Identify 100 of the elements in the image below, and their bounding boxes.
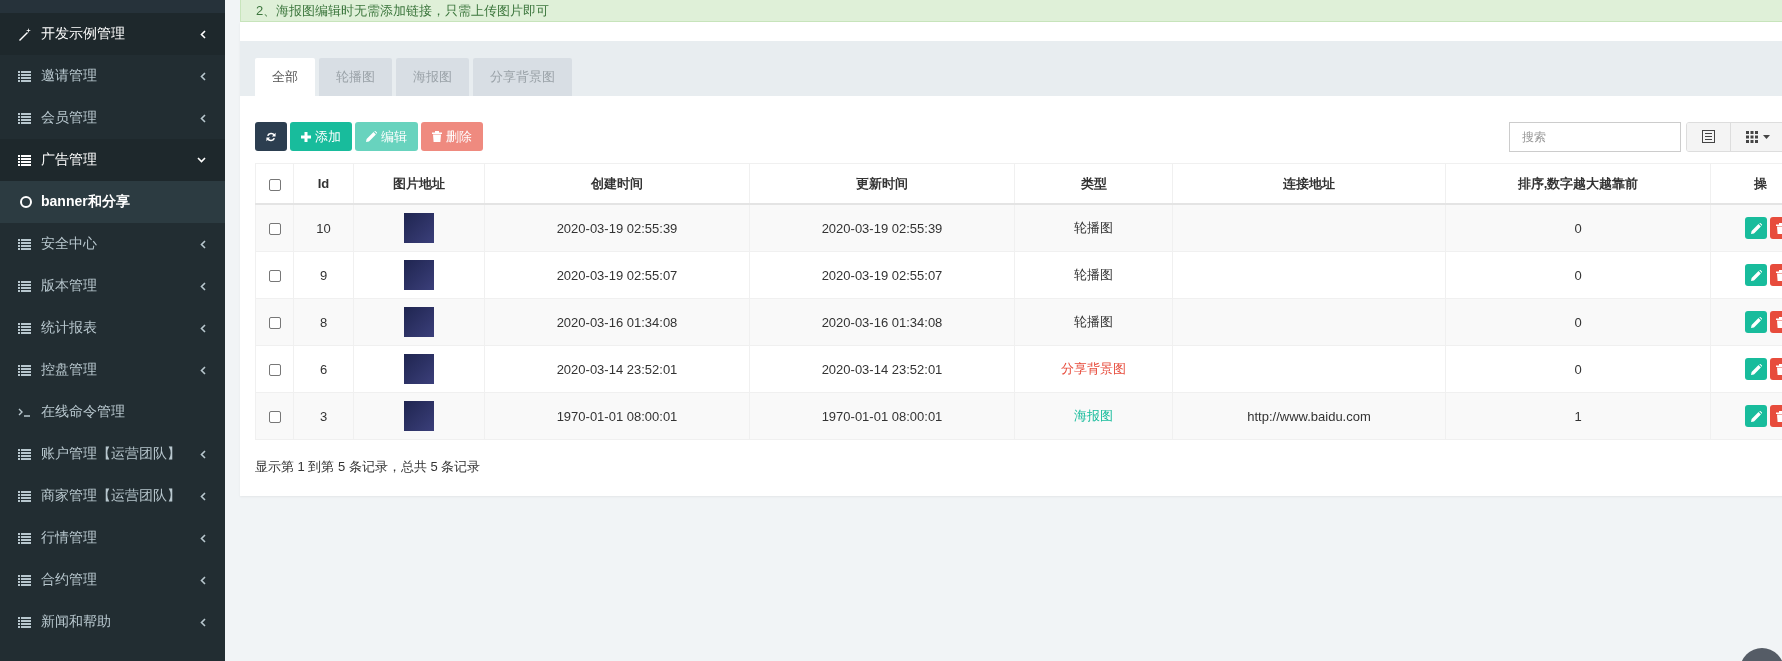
table-cell: 海报图 (1014, 392, 1173, 440)
plus-icon (301, 131, 311, 142)
list-icon (17, 238, 31, 250)
table-cell: 1 (1445, 392, 1711, 440)
table-cell: 1970-01-01 08:00:01 (749, 392, 1015, 440)
table-cell: 2020-03-16 01:34:08 (749, 298, 1015, 346)
photo-placeholder (404, 213, 434, 243)
pencil-icon (1750, 269, 1762, 281)
table-cell: 6 (293, 345, 354, 393)
table-cell: 8 (293, 298, 354, 346)
pagination-summary: 显示第 1 到第 5 条记录，总共 5 条记录 (255, 458, 482, 476)
table-cell: http://www.baidu.com (1172, 392, 1446, 440)
table-cell: 0 (1445, 204, 1711, 252)
checkbox[interactable] (268, 411, 281, 424)
list-icon (17, 70, 31, 82)
list-icon (17, 448, 31, 460)
photo-placeholder (404, 354, 434, 384)
table-cell: 分享背景图 (1014, 345, 1173, 393)
checkbox[interactable] (268, 364, 281, 377)
chevron-left-icon (200, 113, 206, 123)
chevron-left-icon (200, 71, 206, 81)
photo-placeholder (404, 401, 434, 431)
list-icon (17, 574, 31, 586)
table-cell: 3 (293, 392, 354, 440)
circle-icon (20, 196, 32, 208)
checkbox[interactable] (268, 178, 281, 191)
table-cell: 9 (293, 251, 354, 299)
list-icon (17, 616, 31, 628)
chevron-left-icon (200, 491, 206, 501)
list-icon (17, 364, 31, 376)
chevron-left-icon (200, 449, 206, 459)
sidebar-item[interactable]: 合约管理 (0, 559, 225, 601)
table-cell: 2020-03-19 02:55:07 (484, 251, 750, 299)
columns-button[interactable] (1731, 122, 1782, 151)
refresh-icon (266, 130, 276, 143)
edit-button[interactable] (1745, 264, 1767, 286)
checkbox[interactable] (268, 317, 281, 330)
sidebar-item[interactable]: 邀请管理 (0, 55, 225, 97)
sidebar-item[interactable]: 版本管理 (0, 265, 225, 307)
edit-button[interactable] (1745, 217, 1767, 239)
chevron-left-icon (200, 281, 206, 291)
sidebar-item[interactable]: 行情管理 (0, 517, 225, 559)
toggle-view-button[interactable] (1687, 122, 1731, 151)
table-icon (1702, 130, 1715, 143)
info-alert: 2、海报图编辑时无需添加链接，只需上传图片即可 (240, 0, 1782, 22)
table-cell: 1970-01-01 08:00:01 (484, 392, 750, 440)
chevron-down-icon (197, 157, 206, 163)
sidebar-item[interactable]: 安全中心 (0, 223, 225, 265)
caret-icon (1762, 134, 1770, 139)
sidebar-item[interactable]: 统计报表 (0, 307, 225, 349)
tab[interactable]: 全部 (255, 58, 315, 96)
table-cell: 2020-03-14 23:52:01 (749, 345, 1015, 393)
list-icon (17, 532, 31, 544)
checkbox[interactable] (268, 270, 281, 283)
edit-button[interactable] (1745, 311, 1767, 333)
pencil-icon (366, 131, 377, 142)
terminal-icon (17, 407, 31, 417)
sidebar-item[interactable]: 会员管理 (0, 97, 225, 139)
chevron-left-icon (200, 575, 206, 585)
refresh-button[interactable] (255, 122, 287, 151)
chevron-left-icon (200, 533, 206, 543)
table-cell: 0 (1445, 251, 1711, 299)
grid-icon (1745, 130, 1758, 143)
pencil-icon (1750, 316, 1762, 328)
sidebar-item[interactable]: 开发示例管理 (0, 13, 225, 55)
table-cell: 轮播图 (1014, 298, 1173, 346)
table-cell: 2020-03-19 02:55:07 (749, 251, 1015, 299)
table-cell: 轮播图 (1014, 251, 1173, 299)
table-cell: 10 (293, 204, 354, 252)
chevron-left-icon (200, 323, 206, 333)
trash-icon (432, 131, 442, 142)
sidebar-item[interactable]: 广告管理 (0, 139, 225, 181)
sidebar-item[interactable]: 商家管理【运营团队】 (0, 475, 225, 517)
list-icon (17, 490, 31, 502)
photo-placeholder (404, 307, 434, 337)
edit-button[interactable] (1745, 358, 1767, 380)
list-icon (17, 280, 31, 292)
table-cell: 2020-03-19 02:55:39 (749, 204, 1015, 252)
table-cell: 轮播图 (1014, 204, 1173, 252)
checkbox[interactable] (268, 223, 281, 236)
sidebar-item[interactable]: 新闻和帮助 (0, 601, 225, 643)
table-cell: 2020-03-16 01:34:08 (484, 298, 750, 346)
list-icon (17, 112, 31, 124)
table-cell: 0 (1445, 298, 1711, 346)
magic-wand-icon (17, 27, 31, 41)
table-cell: 2020-03-14 23:52:01 (484, 345, 750, 393)
chevron-left-icon (200, 239, 206, 249)
photo-placeholder (404, 260, 434, 290)
chevron-left-icon (200, 365, 206, 375)
list-icon (17, 154, 31, 166)
sidebar-item[interactable]: 在线命令管理 (0, 391, 225, 433)
chevron-left-icon (200, 617, 206, 627)
sidebar-item[interactable]: 控盘管理 (0, 349, 225, 391)
sidebar-subitem[interactable]: banner和分享 (0, 181, 225, 223)
table-cell: 0 (1445, 345, 1711, 393)
search-field[interactable]: 搜索 (1509, 121, 1681, 152)
pencil-icon (1750, 363, 1762, 375)
sidebar-item[interactable]: 账户管理【运营团队】 (0, 433, 225, 475)
chevron-left-icon (200, 29, 206, 39)
edit-button[interactable] (1745, 405, 1767, 427)
